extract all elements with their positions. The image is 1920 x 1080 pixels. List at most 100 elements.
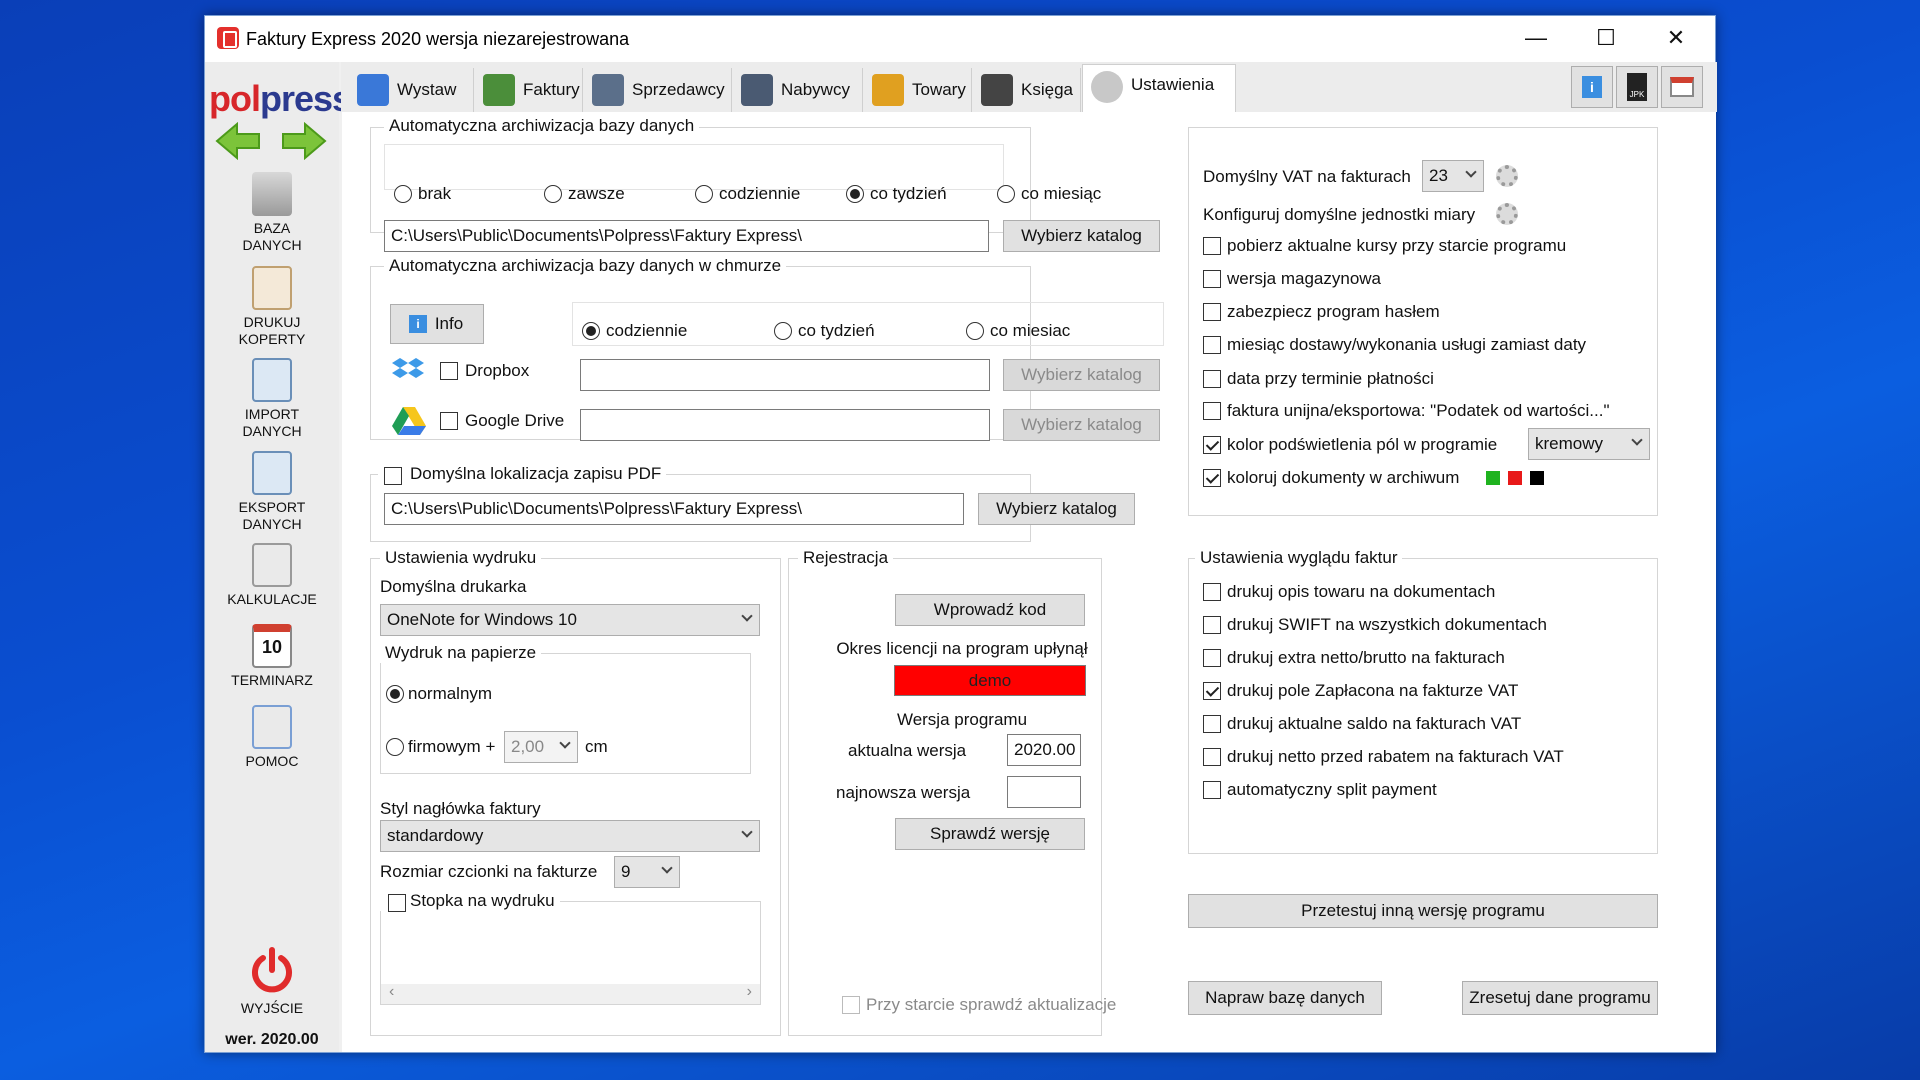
paper-normal-radio[interactable] <box>386 685 404 703</box>
cloud-radio-co-miesiac[interactable] <box>966 322 984 340</box>
tab-sprzedawcy[interactable]: Sprzedawcy <box>584 68 732 112</box>
cloud-info-button[interactable]: i Info <box>390 304 484 344</box>
font-size-value: 9 <box>621 862 631 881</box>
info-toolbar-button[interactable]: i <box>1571 66 1613 108</box>
back-arrow-icon[interactable] <box>215 122 261 160</box>
appearance-checkbox[interactable] <box>1203 781 1221 799</box>
tab-wystaw[interactable]: Wystaw <box>349 68 474 112</box>
setting-checkbox[interactable] <box>1203 237 1221 255</box>
archive-radio-co-tydzien[interactable] <box>846 185 864 203</box>
startup-check-checkbox[interactable] <box>842 996 860 1014</box>
chevron-down-icon <box>741 826 753 838</box>
tab-label: Sprzedawcy <box>632 80 725 99</box>
appearance-label: drukuj opis towaru na dokumentach <box>1227 582 1496 601</box>
calendar-toolbar-button[interactable] <box>1661 66 1703 108</box>
appearance-label: automatyczny split payment <box>1227 780 1437 799</box>
check-version-button[interactable]: Sprawdź wersję <box>895 818 1085 850</box>
sidebar: polpress BAZA DANYCH DRUKUJ KOPERTY IMPO… <box>205 62 352 1052</box>
cloud-title: Automatyczna archiwizacja bazy danych w … <box>384 256 787 276</box>
tab-label: Faktury <box>523 80 580 99</box>
color-swatch-red[interactable] <box>1508 471 1522 485</box>
pdf-choose-folder-button[interactable]: Wybierz katalog <box>978 493 1135 525</box>
appearance-label: drukuj aktualne saldo na fakturach VAT <box>1227 714 1522 733</box>
minimize-button[interactable]: — <box>1501 16 1571 62</box>
sidebar-item-import[interactable]: IMPORT DANYCH <box>205 358 339 440</box>
archive-color-checkbox[interactable] <box>1203 469 1221 487</box>
forward-arrow-icon[interactable] <box>281 122 327 160</box>
scroll-right-icon[interactable]: › <box>747 983 752 1001</box>
units-gear-icon[interactable] <box>1496 203 1518 225</box>
jpk-toolbar-button[interactable]: JPK <box>1616 66 1658 108</box>
sidebar-item-calendar[interactable]: 10 TERMINARZ <box>205 624 339 689</box>
highlight-color-checkbox[interactable] <box>1203 436 1221 454</box>
color-swatch-black[interactable] <box>1530 471 1544 485</box>
paper-company-radio[interactable] <box>386 738 404 756</box>
cloud-radio-co-tydzien[interactable] <box>774 322 792 340</box>
sidebar-item-database[interactable]: BAZA DANYCH <box>205 172 339 254</box>
tab-ksiega[interactable]: Księga <box>973 68 1081 112</box>
pdf-path-input[interactable]: C:\Users\Public\Documents\Polpress\Faktu… <box>384 493 964 525</box>
archive-radio-zawsze[interactable] <box>544 185 562 203</box>
archive-choose-folder-button[interactable]: Wybierz katalog <box>1003 220 1160 252</box>
tab-ustawienia[interactable]: Ustawienia <box>1082 64 1236 112</box>
appearance-label: drukuj pole Zapłacona na fakturze VAT <box>1227 681 1519 700</box>
exit-button[interactable]: WYJŚCIE <box>205 946 339 1017</box>
setting-checkbox[interactable] <box>1203 270 1221 288</box>
archive-path-input[interactable]: C:\Users\Public\Documents\Polpress\Faktu… <box>384 220 989 252</box>
google-drive-checkbox[interactable] <box>440 412 458 430</box>
version-label: wer. 2020.00 <box>225 1031 319 1048</box>
tab-faktury[interactable]: Faktury <box>475 68 583 112</box>
sidebar-item-export[interactable]: EKSPORT DANYCH <box>205 451 339 533</box>
color-swatch-green[interactable] <box>1486 471 1500 485</box>
printer-select[interactable]: OneNote for Windows 10 <box>380 604 760 636</box>
units-label: Konfiguruj domyślne jednostki miary <box>1203 205 1476 224</box>
vat-select[interactable]: 23 <box>1422 160 1484 192</box>
google-drive-label: Google Drive <box>465 411 565 430</box>
appearance-checkbox[interactable] <box>1203 715 1221 733</box>
close-button[interactable]: ✕ <box>1641 16 1711 62</box>
footer-checkbox[interactable] <box>388 894 406 912</box>
appearance-checkbox[interactable] <box>1203 616 1221 634</box>
offset-select[interactable]: 2,00 <box>504 731 578 763</box>
export-icon <box>252 451 292 495</box>
test-other-version-button[interactable]: Przetestuj inną wersję programu <box>1188 894 1658 928</box>
dropbox-choose-folder-button[interactable]: Wybierz katalog <box>1003 359 1160 391</box>
archive-radio-brak[interactable] <box>394 185 412 203</box>
vat-gear-icon[interactable] <box>1496 165 1518 187</box>
chevron-down-icon <box>1465 166 1477 178</box>
setting-checkbox[interactable] <box>1203 303 1221 321</box>
scroll-left-icon[interactable]: ‹ <box>389 983 394 1001</box>
header-style-value: standardowy <box>387 826 484 845</box>
calendar-small-icon <box>1670 77 1694 97</box>
appearance-checkbox[interactable] <box>1203 583 1221 601</box>
dropbox-checkbox[interactable] <box>440 362 458 380</box>
header-style-select[interactable]: standardowy <box>380 820 760 852</box>
appearance-checkbox[interactable] <box>1203 682 1221 700</box>
appearance-checkbox[interactable] <box>1203 649 1221 667</box>
setting-checkbox[interactable] <box>1203 336 1221 354</box>
highlight-color-select[interactable]: kremowy <box>1528 428 1650 460</box>
cloud-radio-codziennie[interactable] <box>582 322 600 340</box>
current-version-label: aktualna wersja <box>848 741 967 760</box>
setting-checkbox[interactable] <box>1203 402 1221 420</box>
tab-nabywcy[interactable]: Nabywcy <box>733 68 863 112</box>
font-size-select[interactable]: 9 <box>614 856 680 888</box>
sidebar-item-help[interactable]: POMOC <box>205 705 339 770</box>
appearance-checkbox[interactable] <box>1203 748 1221 766</box>
archive-radio-codziennie[interactable] <box>695 185 713 203</box>
logo-part1: pol <box>209 78 261 119</box>
pdf-default-checkbox[interactable] <box>384 467 402 485</box>
archive-radio-co-miesiac[interactable] <box>997 185 1015 203</box>
enter-code-button[interactable]: Wprowadź kod <box>895 594 1085 626</box>
google-drive-choose-folder-button[interactable]: Wybierz katalog <box>1003 409 1160 441</box>
sidebar-item-envelopes[interactable]: DRUKUJ KOPERTY <box>205 266 339 348</box>
repair-database-button[interactable]: Napraw bazę danych <box>1188 981 1382 1015</box>
reset-data-button[interactable]: Zresetuj dane programu <box>1462 981 1658 1015</box>
tab-towary[interactable]: Towary <box>864 68 972 112</box>
sidebar-item-calculations[interactable]: KALKULACJE <box>205 543 339 608</box>
setting-checkbox[interactable] <box>1203 370 1221 388</box>
current-version-field: 2020.00 <box>1007 734 1081 766</box>
maximize-button[interactable]: ☐ <box>1571 16 1641 62</box>
footer-hscrollbar[interactable]: ‹ › <box>381 983 760 1004</box>
chevron-down-icon <box>661 862 673 874</box>
